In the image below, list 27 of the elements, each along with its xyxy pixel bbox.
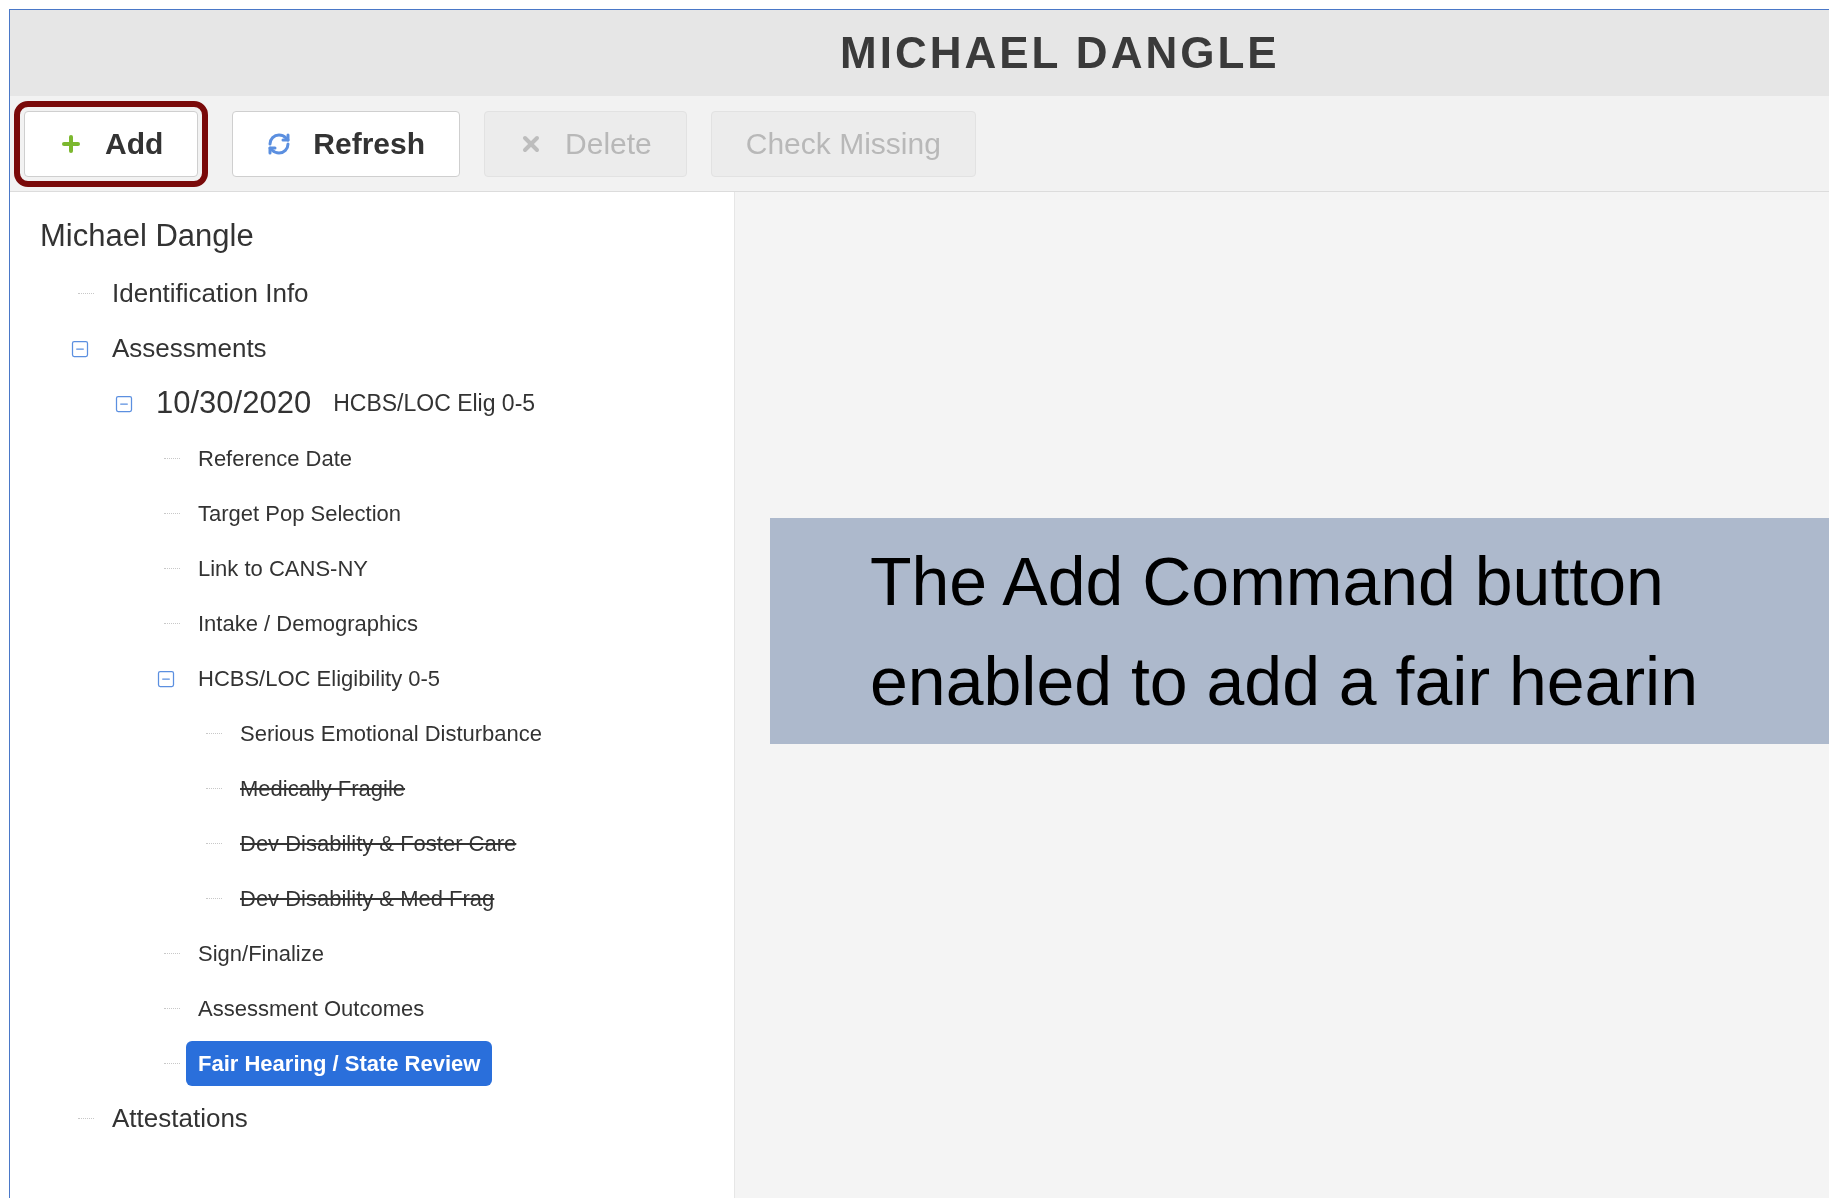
- callout-text: The Add Command button: [870, 542, 1665, 621]
- tree-item[interactable]: Michael Dangle: [40, 212, 254, 260]
- window-title: MICHAEL DANGLE: [840, 27, 1280, 79]
- tree-item[interactable]: Assessments: [112, 329, 267, 368]
- tree-item[interactable]: HCBS/LOC Eligibility 0-5: [198, 662, 441, 695]
- toolbar-button[interactable]: Refresh: [232, 110, 461, 177]
- collapse-icon[interactable]: [156, 668, 176, 689]
- tree-item[interactable]: Intake / Demographics: [198, 607, 419, 640]
- tree-item[interactable]: Sign/Finalize: [198, 937, 324, 970]
- tree-item[interactable]: Identification Info: [112, 274, 309, 313]
- tree-item[interactable]: Assessment Outcomes: [198, 992, 425, 1025]
- tree-item[interactable]: Link to CANS-NY: [198, 552, 368, 585]
- tree-item[interactable]: Medically Fragile: [240, 772, 406, 805]
- tree-item[interactable]: Dev Disability & Foster Care: [240, 827, 517, 860]
- tree-item[interactable]: Attestations: [112, 1099, 248, 1138]
- tree-item-subtitle: HCBS/LOC Elig 0-5: [333, 389, 536, 419]
- collapse-icon[interactable]: [70, 338, 90, 359]
- collapse-icon[interactable]: [114, 393, 134, 414]
- tree-item[interactable]: 10/30/2020: [156, 380, 312, 427]
- callout-text: enabled to add a fair hearin: [870, 642, 1699, 721]
- tree-item[interactable]: Target Pop Selection: [198, 497, 402, 530]
- tree-item[interactable]: Serious Emotional Disturbance: [240, 717, 543, 750]
- refresh-icon: [267, 131, 292, 156]
- toolbar-button[interactable]: Add: [24, 110, 199, 177]
- tree-item[interactable]: Dev Disability & Med Frag: [240, 882, 495, 915]
- tree-item[interactable]: Reference Date: [198, 442, 353, 475]
- tree-item[interactable]: Fair Hearing / State Review: [186, 1041, 493, 1086]
